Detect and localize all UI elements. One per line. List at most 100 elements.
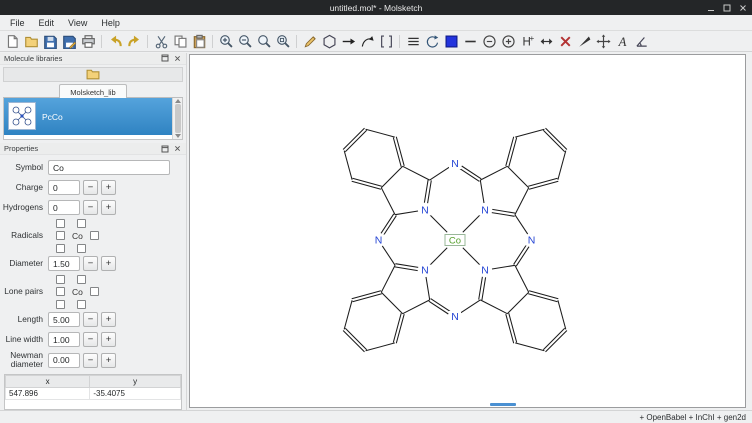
length-increment-button[interactable]: + bbox=[101, 312, 116, 327]
close-icon bbox=[739, 4, 747, 12]
delete-button[interactable] bbox=[556, 32, 574, 50]
flip-button[interactable] bbox=[537, 32, 555, 50]
charge-plus-button[interactable] bbox=[499, 32, 517, 50]
lone-pairs-checkbox[interactable] bbox=[77, 300, 86, 309]
charge-value[interactable]: 0 bbox=[48, 180, 80, 195]
length-value[interactable]: 5.00 bbox=[48, 312, 80, 327]
coordinates-table[interactable]: xy547.896-35.4075 bbox=[4, 374, 182, 410]
molecule-drawing[interactable]: Co N N N N N N N N bbox=[190, 55, 746, 408]
diameter-increment-button[interactable]: + bbox=[101, 256, 116, 271]
open-button[interactable] bbox=[22, 32, 40, 50]
new-button[interactable] bbox=[3, 32, 21, 50]
lone-pairs-checkbox[interactable] bbox=[90, 287, 99, 296]
length-decrement-button[interactable]: − bbox=[83, 312, 98, 327]
cut-button[interactable] bbox=[152, 32, 170, 50]
zoom-out-button[interactable] bbox=[236, 32, 254, 50]
coord-cell[interactable]: 547.896 bbox=[6, 388, 90, 400]
wedge-bond-button[interactable] bbox=[575, 32, 593, 50]
hydrogens-decrement-button[interactable]: − bbox=[83, 200, 98, 215]
newman-diameter-decrement-button[interactable]: − bbox=[83, 353, 98, 368]
lone-pairs-checkbox[interactable] bbox=[56, 300, 65, 309]
radicals-checkbox[interactable] bbox=[90, 231, 99, 240]
horizontal-scrollbar-thumb[interactable] bbox=[490, 403, 516, 406]
save-button[interactable] bbox=[41, 32, 59, 50]
scroll-up-icon[interactable] bbox=[175, 99, 181, 103]
radicals-checkbox[interactable] bbox=[77, 219, 86, 228]
ring-tool-button[interactable] bbox=[320, 32, 338, 50]
charge-decrement-button[interactable]: − bbox=[83, 180, 98, 195]
radicals-checkbox[interactable] bbox=[56, 231, 65, 240]
newman-diameter-increment-button[interactable]: + bbox=[101, 353, 116, 368]
save-as-button[interactable] bbox=[60, 32, 78, 50]
scrollbar-thumb[interactable] bbox=[175, 104, 181, 133]
menu-edit[interactable]: Edit bbox=[32, 17, 62, 29]
coord-cell[interactable]: -35.4075 bbox=[90, 388, 181, 400]
atom-label-N[interactable]: N bbox=[528, 235, 536, 247]
angle-button[interactable] bbox=[632, 32, 650, 50]
menu-view[interactable]: View bbox=[61, 17, 94, 29]
single-bond-button[interactable] bbox=[461, 32, 479, 50]
lone-pairs-checkbox[interactable] bbox=[77, 275, 86, 284]
properties-float-button[interactable] bbox=[160, 144, 170, 154]
zoom-original-button[interactable] bbox=[255, 32, 273, 50]
drawing-canvas[interactable]: Co N N N N N N N N bbox=[189, 54, 746, 408]
copy-button[interactable] bbox=[171, 32, 189, 50]
move-button[interactable] bbox=[594, 32, 612, 50]
diameter-decrement-button[interactable]: − bbox=[83, 256, 98, 271]
minimize-button[interactable] bbox=[706, 3, 715, 12]
scroll-down-icon[interactable] bbox=[175, 134, 181, 138]
symbol-input[interactable]: Co bbox=[48, 160, 170, 175]
color-button[interactable] bbox=[442, 32, 460, 50]
atom-label-N[interactable]: N bbox=[481, 205, 489, 217]
newman-diameter-value[interactable]: 0.00 bbox=[48, 353, 80, 368]
library-item[interactable]: PcCo bbox=[4, 98, 172, 135]
hydrogens-increment-button[interactable]: + bbox=[101, 200, 116, 215]
open-library-button[interactable] bbox=[86, 68, 100, 80]
reaction-arrow-button[interactable] bbox=[339, 32, 357, 50]
lone-pairs-checkbox[interactable] bbox=[56, 287, 65, 296]
draw-tool-button[interactable] bbox=[301, 32, 319, 50]
library-close-button[interactable] bbox=[172, 53, 182, 63]
hydrogen-button[interactable]: H+ bbox=[518, 32, 536, 50]
paste-button[interactable] bbox=[190, 32, 208, 50]
coord-row[interactable]: 547.896-35.4075 bbox=[6, 388, 181, 400]
hydrogens-value[interactable]: 0 bbox=[48, 200, 80, 215]
zoom-in-button[interactable] bbox=[217, 32, 235, 50]
properties-close-button[interactable] bbox=[172, 144, 182, 154]
title-bar[interactable]: untitled.mol* - Molsketch bbox=[0, 0, 752, 15]
rotate-tool-button[interactable] bbox=[423, 32, 441, 50]
library-float-button[interactable] bbox=[160, 53, 170, 63]
print-button[interactable] bbox=[79, 32, 97, 50]
redo-button[interactable] bbox=[125, 32, 143, 50]
atom-label-N[interactable]: N bbox=[451, 311, 459, 323]
lone-pairs-checkbox[interactable] bbox=[56, 275, 65, 284]
radicals-checkbox[interactable] bbox=[56, 219, 65, 228]
radicals-checkbox[interactable] bbox=[77, 244, 86, 253]
menu-file[interactable]: File bbox=[3, 17, 32, 29]
line-width-increment-button[interactable]: + bbox=[101, 332, 116, 347]
atom-label-N[interactable]: N bbox=[421, 205, 429, 217]
line-width-decrement-button[interactable]: − bbox=[83, 332, 98, 347]
charge-increment-button[interactable]: + bbox=[101, 180, 116, 195]
atom-label-N[interactable]: N bbox=[481, 265, 489, 277]
frame-tool-button[interactable] bbox=[377, 32, 395, 50]
library-scrollbar[interactable] bbox=[172, 98, 182, 139]
diameter-value[interactable]: 1.50 bbox=[48, 256, 80, 271]
atom-label-Co[interactable]: Co bbox=[449, 236, 461, 247]
atom-label-N[interactable]: N bbox=[421, 265, 429, 277]
library-tab[interactable]: Molsketch_lib bbox=[59, 84, 126, 98]
line-width-value[interactable]: 1.00 bbox=[48, 332, 80, 347]
library-list[interactable]: PcCo bbox=[3, 98, 183, 140]
mechanism-arrow-button[interactable] bbox=[358, 32, 376, 50]
bond-order-button[interactable] bbox=[404, 32, 422, 50]
zoom-fit-button[interactable] bbox=[274, 32, 292, 50]
close-button[interactable] bbox=[738, 3, 747, 12]
atom-label-N[interactable]: N bbox=[375, 235, 383, 247]
charge-minus-button[interactable] bbox=[480, 32, 498, 50]
maximize-button[interactable] bbox=[722, 3, 731, 12]
atom-label-N[interactable]: N bbox=[451, 158, 459, 170]
undo-button[interactable] bbox=[106, 32, 124, 50]
radicals-checkbox[interactable] bbox=[56, 244, 65, 253]
menu-help[interactable]: Help bbox=[94, 17, 127, 29]
text-tool-button[interactable]: A bbox=[613, 32, 631, 50]
